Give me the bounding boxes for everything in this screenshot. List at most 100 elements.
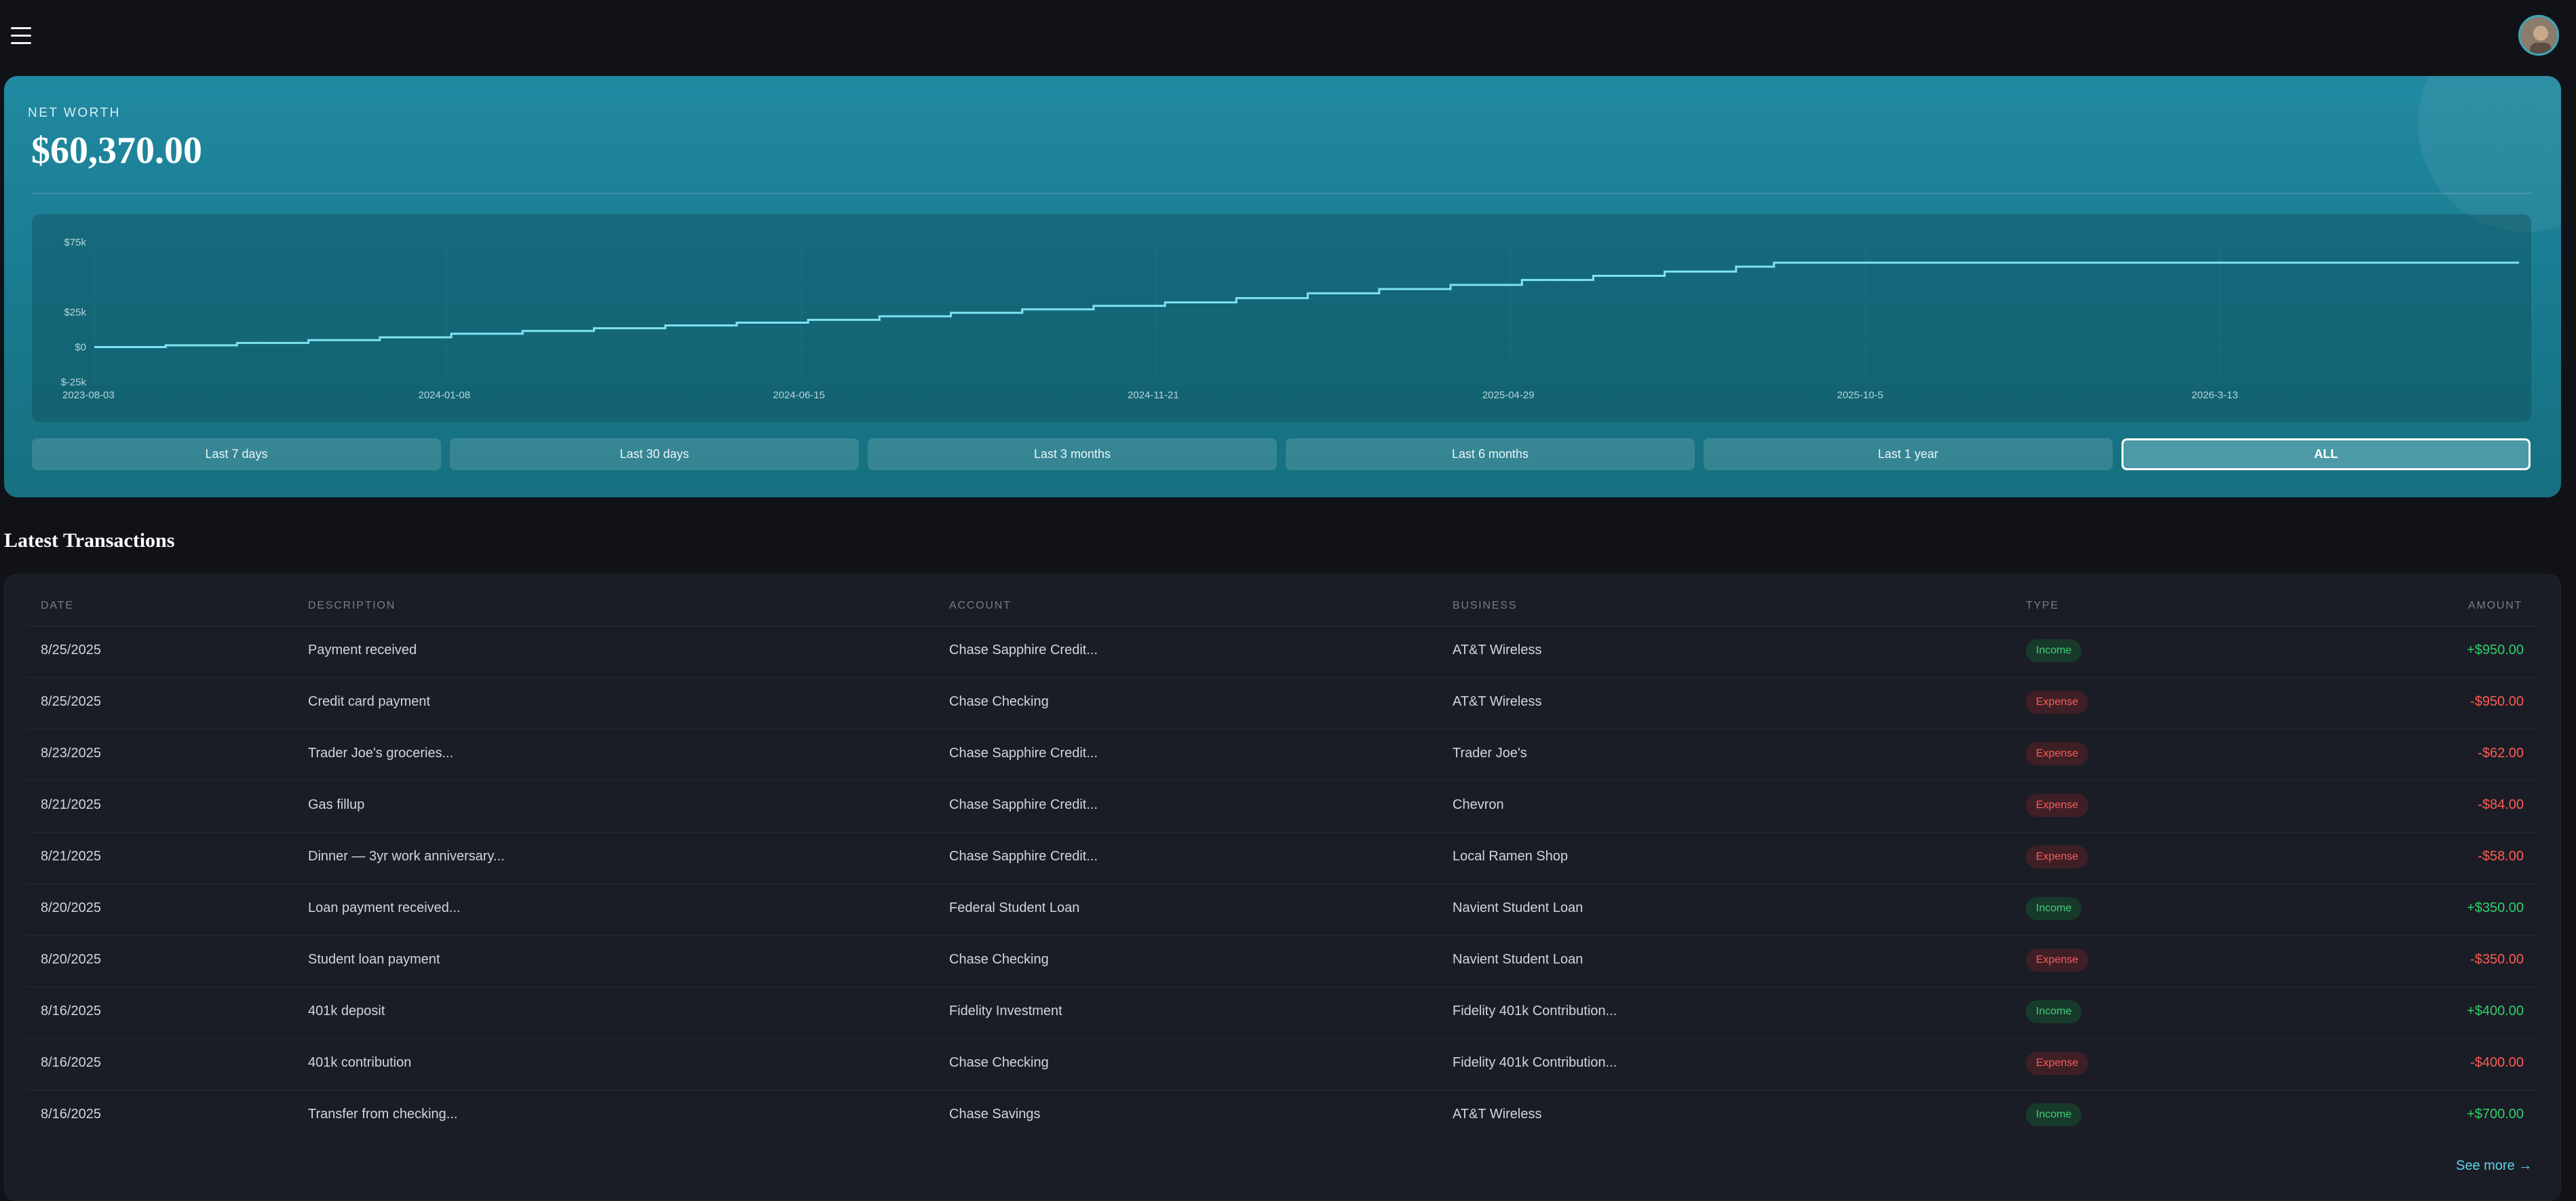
transaction-date: 8/16/2025: [41, 1004, 101, 1018]
range-button-last-1-year[interactable]: Last 1 year: [1704, 438, 2113, 470]
net-worth-label: NET WORTH: [28, 106, 121, 120]
net-worth-value: $60,370.00: [31, 130, 202, 172]
transaction-amount: -$350.00: [2470, 952, 2524, 967]
user-avatar[interactable]: [2518, 15, 2559, 56]
transaction-business: Fidelity 401k Contribution...: [1453, 1055, 1617, 1070]
transaction-type-badge: Income: [2026, 1103, 2082, 1126]
column-header-date: DATE: [41, 600, 74, 611]
net-worth-line: [94, 261, 2519, 348]
transaction-description: Gas fillup: [308, 797, 365, 812]
transaction-type-badge: Expense: [2026, 691, 2089, 714]
hamburger-menu-icon[interactable]: [9, 24, 33, 47]
transaction-description: Credit card payment: [308, 694, 431, 709]
transaction-amount: -$58.00: [2478, 849, 2524, 864]
x-tick-label: 2025-10-5: [1837, 389, 1883, 401]
y-tick-label: $-25k: [60, 377, 86, 388]
transaction-account: Fidelity Investment: [949, 1004, 1062, 1018]
range-button-last-6-months[interactable]: Last 6 months: [1286, 438, 1695, 470]
transaction-type-badge: Income: [2026, 897, 2082, 920]
range-button-all[interactable]: ALL: [2121, 438, 2531, 470]
range-button-last-30-days[interactable]: Last 30 days: [450, 438, 859, 470]
y-tick-label: $0: [75, 342, 86, 354]
transaction-date: 8/16/2025: [41, 1107, 101, 1122]
transaction-date: 8/23/2025: [41, 746, 101, 761]
x-tick-label: 2026-3-13: [2191, 389, 2237, 401]
transaction-amount: +$400.00: [2467, 1004, 2524, 1018]
range-button-last-7-days[interactable]: Last 7 days: [32, 438, 441, 470]
column-header-business: BUSINESS: [1453, 600, 1518, 611]
transaction-date: 8/25/2025: [41, 694, 101, 709]
transaction-account: Chase Checking: [949, 952, 1049, 967]
row-divider: [26, 780, 2536, 781]
transaction-amount: +$700.00: [2467, 1107, 2524, 1122]
transaction-type-badge: Income: [2026, 1000, 2082, 1023]
latest-transactions-title: Latest Transactions: [4, 529, 175, 552]
transaction-business: Chevron: [1453, 797, 1504, 812]
transaction-type-badge: Expense: [2026, 949, 2089, 972]
transaction-account: Chase Savings: [949, 1107, 1041, 1122]
transaction-type-badge: Expense: [2026, 742, 2089, 765]
transaction-amount: -$950.00: [2470, 694, 2524, 709]
transaction-account: Chase Checking: [949, 694, 1049, 709]
divider: [32, 193, 2532, 194]
transaction-amount: -$400.00: [2470, 1055, 2524, 1070]
transaction-account: Chase Sapphire Credit...: [949, 643, 1098, 657]
row-divider: [26, 883, 2536, 884]
range-button-last-3-months[interactable]: Last 3 months: [868, 438, 1277, 470]
transaction-type-badge: Expense: [2026, 845, 2089, 869]
transaction-date: 8/21/2025: [41, 797, 101, 812]
transaction-date: 8/21/2025: [41, 849, 101, 864]
transaction-account: Federal Student Loan: [949, 900, 1080, 915]
transaction-description: Transfer from checking...: [308, 1107, 458, 1122]
transaction-description: Payment received: [308, 643, 417, 657]
decorative-circle: [2418, 76, 2561, 232]
transaction-type-badge: Expense: [2026, 1052, 2089, 1075]
transaction-account: Chase Sapphire Credit...: [949, 849, 1098, 864]
transaction-type-badge: Expense: [2026, 794, 2089, 817]
transaction-business: AT&T Wireless: [1453, 1107, 1542, 1122]
transaction-date: 8/20/2025: [41, 900, 101, 915]
column-header-description: DESCRIPTION: [308, 600, 396, 611]
transaction-description: Dinner — 3yr work anniversary...: [308, 849, 505, 864]
y-tick-label: $75k: [64, 237, 86, 248]
see-more-link[interactable]: See more →: [2456, 1158, 2532, 1174]
transaction-date: 8/25/2025: [41, 643, 101, 657]
x-tick-label: 2024-06-15: [773, 389, 825, 401]
column-header-type: TYPE: [2026, 600, 2059, 611]
transaction-description: Trader Joe's groceries...: [308, 746, 454, 761]
row-divider: [26, 1038, 2536, 1039]
top-bar: [0, 0, 2576, 72]
transaction-amount: +$950.00: [2467, 643, 2524, 657]
net-worth-chart: 2023-08-03 2024-01-08 2024-06-15 2024-11-21…: [32, 214, 2531, 422]
x-tick-label: 2024-01-08: [418, 389, 470, 401]
x-tick-label: 2023-08-03: [62, 389, 115, 401]
transaction-description: 401k deposit: [308, 1004, 385, 1018]
transaction-amount: -$84.00: [2478, 797, 2524, 812]
transaction-type-badge: Income: [2026, 639, 2082, 662]
transaction-business: Navient Student Loan: [1453, 900, 1583, 915]
transaction-amount: +$350.00: [2467, 900, 2524, 915]
transaction-business: Local Ramen Shop: [1453, 849, 1569, 864]
transaction-business: Trader Joe's: [1453, 746, 1527, 761]
transaction-description: Student loan payment: [308, 952, 440, 967]
transaction-description: 401k contribution: [308, 1055, 412, 1070]
transaction-amount: -$62.00: [2478, 746, 2524, 761]
chart-svg: 2023-08-03 2024-01-08 2024-06-15 2024-11-21…: [60, 237, 2519, 401]
transaction-account: Chase Sapphire Credit...: [949, 797, 1098, 812]
transaction-date: 8/16/2025: [41, 1055, 101, 1070]
transaction-business: Fidelity 401k Contribution...: [1453, 1004, 1617, 1018]
transaction-description: Loan payment received...: [308, 900, 461, 915]
row-divider: [26, 935, 2536, 936]
transaction-account: Chase Checking: [949, 1055, 1049, 1070]
row-divider: [26, 832, 2536, 833]
transaction-date: 8/20/2025: [41, 952, 101, 967]
row-divider: [26, 677, 2536, 678]
transaction-business: Navient Student Loan: [1453, 952, 1583, 967]
x-tick-label: 2024-11-21: [1128, 389, 1179, 401]
y-tick-label: $25k: [64, 307, 86, 318]
transaction-account: Chase Sapphire Credit...: [949, 746, 1098, 761]
transaction-business: AT&T Wireless: [1453, 694, 1542, 709]
x-tick-label: 2025-04-29: [1482, 389, 1535, 401]
column-header-amount: AMOUNT: [2468, 600, 2523, 611]
column-header-account: ACCOUNT: [949, 600, 1012, 611]
